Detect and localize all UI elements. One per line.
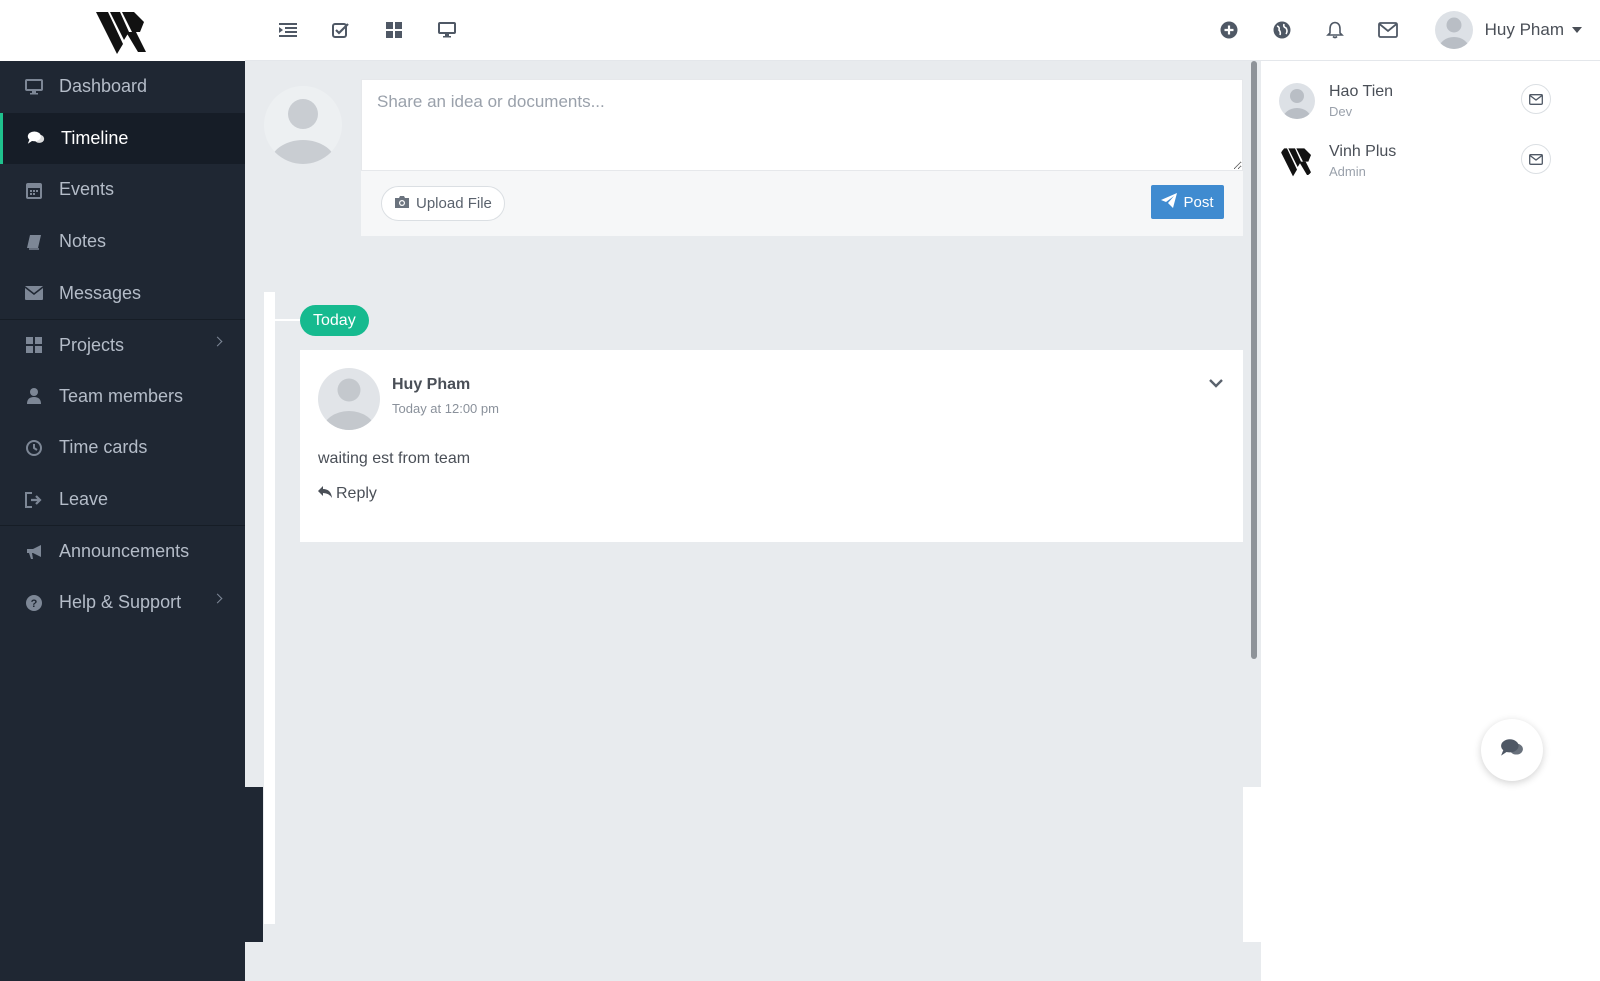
sidebar-item-label: Announcements	[59, 541, 190, 562]
sidebar-item-label: Timeline	[61, 127, 129, 148]
sign-out-icon	[25, 491, 43, 509]
member-role: Admin	[1329, 164, 1366, 179]
monitor-icon	[25, 78, 43, 96]
composer-avatar	[264, 86, 342, 164]
envelope-icon	[25, 284, 43, 302]
member-name: Hao Tien	[1329, 83, 1394, 100]
post-button-label: Post	[1183, 193, 1214, 211]
sidebar-item-leave[interactable]: Leave	[0, 474, 245, 526]
reply-icon	[318, 485, 332, 503]
timeline-connector	[275, 319, 301, 321]
sidebar-item-label: Notes	[59, 231, 107, 252]
sidebar-item-label: Projects	[59, 334, 125, 355]
chevron-down-icon[interactable]	[1209, 376, 1223, 390]
upload-file-label: Upload File	[416, 195, 492, 212]
sidebar-item-messages[interactable]: Messages	[0, 267, 245, 319]
chevron-right-icon	[212, 336, 223, 347]
comments-icon	[1500, 738, 1524, 763]
calendar-icon	[25, 181, 43, 199]
bullhorn-icon	[25, 543, 43, 561]
envelope-icon[interactable]	[1521, 144, 1551, 174]
user-name: Huy Pham	[1484, 20, 1564, 39]
member-name: Vinh Plus	[1329, 143, 1397, 160]
timeline-post: Huy Pham Today at 12:00 pm waiting est f…	[300, 350, 1243, 542]
paper-plane-icon	[1161, 192, 1178, 212]
sidebar-item-team-members[interactable]: Team members	[0, 371, 245, 423]
topbar: Huy Pham	[245, 0, 1600, 61]
sidebar-item-label: Events	[59, 179, 115, 200]
post-text: waiting est from team	[318, 450, 471, 467]
reply-label: Reply	[336, 485, 377, 502]
post-time: Today at 12:00 pm	[392, 401, 499, 416]
bell-icon[interactable]	[1309, 0, 1362, 61]
timeline-main: Upload File Post Today Huy Pham Today at…	[245, 61, 1261, 981]
mail-icon[interactable]	[1362, 0, 1415, 61]
sidebar-item-announcements[interactable]: Announcements	[0, 525, 245, 577]
post-button[interactable]: Post	[1151, 185, 1224, 219]
clock-icon	[25, 439, 43, 457]
member-item[interactable]: Hao Tien Dev	[1279, 79, 1569, 123]
member-item[interactable]: Vinh Plus Admin	[1279, 139, 1569, 183]
chevron-right-icon	[212, 593, 223, 604]
sidebar-item-label: Team members	[59, 385, 184, 406]
sidebar-toggle-icon[interactable]	[261, 0, 314, 61]
svg-text:?: ?	[31, 598, 38, 610]
member-role: Dev	[1329, 104, 1353, 119]
plus-circle-icon[interactable]	[1203, 0, 1256, 61]
sidebar-item-events[interactable]: Events	[0, 164, 245, 216]
member-avatar	[1279, 143, 1315, 179]
upload-file-button[interactable]: Upload File	[381, 186, 505, 221]
main-scrollbar[interactable]	[1251, 61, 1257, 659]
sidebar-item-time-cards[interactable]: Time cards	[0, 422, 245, 474]
reply-button[interactable]: Reply	[318, 485, 377, 503]
grid-icon	[25, 336, 43, 354]
user-menu[interactable]: Huy Pham	[1434, 11, 1582, 49]
apps-grid-icon[interactable]	[367, 0, 420, 61]
render-artifact	[245, 787, 263, 942]
avatar	[1434, 11, 1473, 49]
question-circle-icon: ?	[25, 594, 43, 612]
globe-icon[interactable]	[1256, 0, 1309, 61]
sidebar-item-notes[interactable]: Notes	[0, 216, 245, 268]
sidebar-item-label: Help & Support	[59, 592, 182, 613]
tasks-icon[interactable]	[314, 0, 367, 61]
timeline-line	[264, 292, 275, 924]
sidebar-item-help-support[interactable]: ? Help & Support	[0, 577, 245, 629]
logo[interactable]	[0, 0, 245, 61]
member-avatar	[1279, 83, 1315, 119]
comments-icon	[27, 129, 45, 147]
sidebar-item-dashboard[interactable]: Dashboard	[0, 61, 245, 113]
sidebar-nav: Dashboard Timeline Events Notes Messages…	[0, 61, 245, 629]
post-author-avatar[interactable]	[318, 368, 380, 430]
post-composer: Upload File Post	[361, 79, 1243, 236]
sidebar-item-timeline[interactable]: Timeline	[0, 112, 245, 165]
book-icon	[25, 233, 43, 251]
date-badge: Today	[300, 305, 369, 336]
chat-button[interactable]	[1481, 719, 1543, 781]
sidebar-item-label: Dashboard	[59, 76, 148, 97]
sidebar-item-label: Time cards	[59, 437, 148, 458]
sidebar: Dashboard Timeline Events Notes Messages…	[0, 0, 245, 981]
team-members-panel: Hao Tien Dev Vinh Plus Admin	[1261, 61, 1600, 981]
sidebar-item-projects[interactable]: Projects	[0, 318, 245, 371]
desktop-icon[interactable]	[420, 0, 473, 61]
post-input[interactable]	[361, 79, 1243, 171]
brand-logo-icon	[95, 11, 146, 54]
caret-down-icon	[1572, 27, 1582, 33]
envelope-icon[interactable]	[1521, 84, 1551, 114]
render-artifact	[1243, 787, 1261, 942]
post-author[interactable]: Huy Pham	[392, 376, 470, 394]
sidebar-item-label: Leave	[59, 489, 109, 510]
user-icon	[25, 387, 43, 405]
sidebar-item-label: Messages	[59, 282, 142, 303]
camera-icon	[394, 195, 410, 213]
